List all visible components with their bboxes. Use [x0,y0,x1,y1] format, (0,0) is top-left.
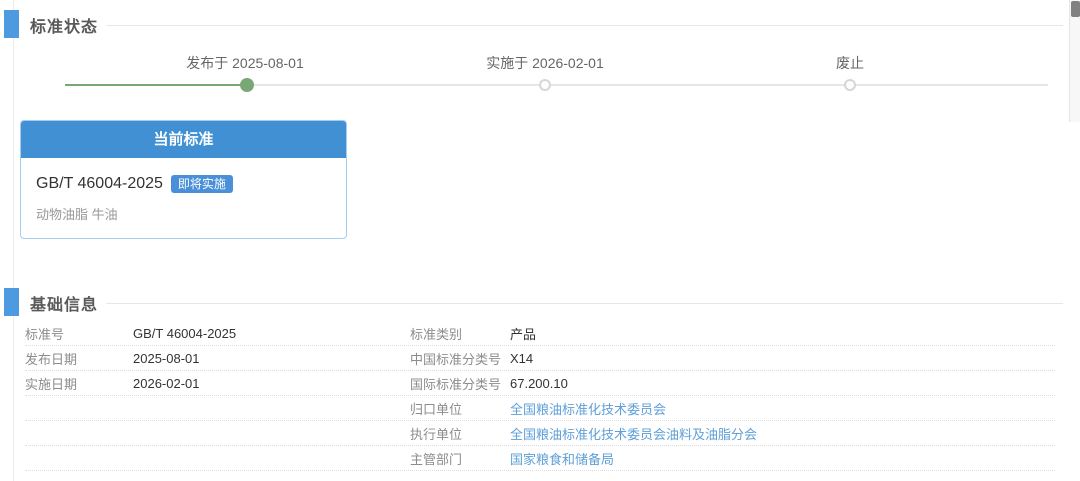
info-section-title: 基础信息 [30,297,99,314]
timeline-dot-published [240,78,254,92]
centralized-unit-link[interactable]: 全国粮油标准化技术委员会 [510,399,1055,418]
scrollbar-thumb[interactable] [1071,1,1080,17]
table-row: 标准号 GB/T 46004-2025 标准类别 产品 [25,321,1055,346]
status-section-title: 标准状态 [30,19,99,36]
table-row: 实施日期 2026-02-01 国际标准分类号 67.200.10 [25,371,1055,396]
standard-detail-page: 标准状态 发布于 2025-08-01 实施于 2026-02-01 废止 当前… [0,0,1080,481]
basic-info-table: 标准号 GB/T 46004-2025 标准类别 产品 发布日期 2025-08… [25,321,1055,471]
timeline-dot-abolished [844,79,856,91]
timeline-label-published: 发布于 2025-08-01 [186,55,304,71]
field-label: 主管部门 [410,451,463,467]
field-label: 中国标准分类号 [410,351,502,367]
field-label: 实施日期 [25,376,78,392]
standard-name: 动物油脂 牛油 [36,207,118,222]
page-left-border [13,0,14,481]
timeline-progress [65,84,247,86]
section-accent-bar [4,288,19,316]
field-label: 归口单位 [410,401,463,417]
field-label: 标准号 [25,326,65,342]
section-divider-line [106,303,1063,304]
status-badge: 即将实施 [170,175,233,193]
field-value: 2025-08-01 [133,350,200,366]
table-row: 归口单位 全国粮油标准化技术委员会 [25,396,1055,421]
current-standard-card-body: GB/T 46004-2025 即将实施 动物油脂 牛油 [21,158,346,223]
table-row: 发布日期 2025-08-01 中国标准分类号 X14 [25,346,1055,371]
timeline-label-abolished: 废止 [836,55,864,71]
field-label: 国际标准分类号 [410,376,502,392]
current-standard-card-header: 当前标准 [21,121,346,158]
scrollbar-track[interactable] [1069,0,1080,122]
field-label: 标准类别 [410,326,463,342]
field-value: 产品 [510,326,537,342]
field-value: X14 [510,350,534,366]
competent-department-link[interactable]: 国家粮食和储备局 [510,449,1055,468]
timeline-dot-implemented [539,79,551,91]
timeline-label-implemented: 实施于 2026-02-01 [486,55,604,71]
field-value: GB/T 46004-2025 [133,325,237,341]
field-value: 2026-02-01 [133,375,200,391]
section-accent-bar [4,10,19,38]
executing-unit-link[interactable]: 全国粮油标准化技术委员会油料及油脂分会 [510,424,1055,443]
table-row: 主管部门 国家粮食和储备局 [25,446,1055,471]
section-divider-line [106,25,1063,26]
table-row: 执行单位 全国粮油标准化技术委员会油料及油脂分会 [25,421,1055,446]
current-standard-card: 当前标准 GB/T 46004-2025 即将实施 动物油脂 牛油 [20,120,347,239]
field-label: 执行单位 [410,426,463,442]
standard-number: GB/T 46004-2025 [36,175,163,192]
field-value: 67.200.10 [510,375,568,391]
field-label: 发布日期 [25,351,78,367]
